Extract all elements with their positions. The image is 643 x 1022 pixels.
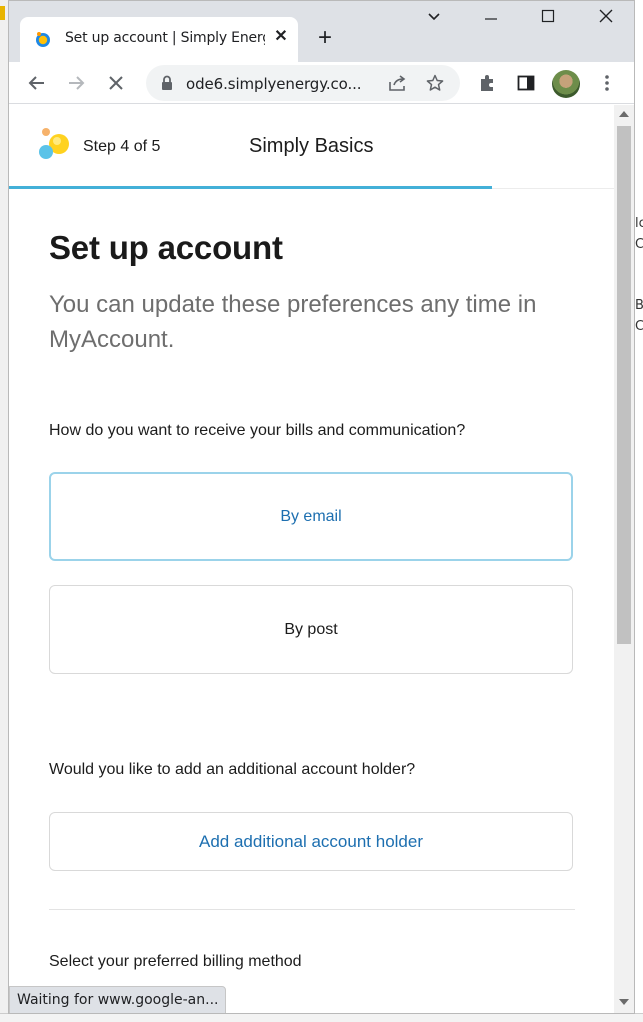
- url-text[interactable]: ode6.simplyenergy.co...: [186, 75, 362, 93]
- step-indicator: Step 4 of 5: [83, 138, 161, 155]
- billing-method-question: Select your preferred billing method: [49, 953, 302, 970]
- progress-bar: [9, 186, 492, 189]
- taskbar-edge: [0, 1013, 643, 1022]
- background-text: lc: [635, 216, 643, 231]
- add-account-holder-button[interactable]: Add additional account holder: [49, 812, 573, 871]
- background-folder-icon: [0, 6, 5, 20]
- side-panel-icon[interactable]: [513, 70, 539, 96]
- page-viewport: Step 4 of 5 Simply Basics Set up account…: [9, 105, 634, 1013]
- star-icon[interactable]: [426, 74, 444, 92]
- back-icon[interactable]: [24, 70, 50, 96]
- page-scrollbar[interactable]: [614, 105, 634, 1013]
- simply-energy-favicon: [36, 32, 50, 47]
- tab-close-icon[interactable]: ✕: [272, 28, 290, 46]
- tab-search-icon[interactable]: [420, 9, 448, 33]
- profile-avatar[interactable]: [552, 70, 580, 98]
- maximize-icon[interactable]: [534, 9, 562, 33]
- browser-window: Set up account | Simply Energ ✕ + ode6.s…: [8, 0, 635, 1014]
- scroll-thumb[interactable]: [617, 126, 631, 644]
- lock-icon[interactable]: [160, 75, 174, 91]
- background-text: B:: [635, 298, 643, 313]
- page-title: Set up account: [49, 229, 283, 266]
- address-bar[interactable]: ode6.simplyenergy.co...: [146, 65, 460, 101]
- close-window-icon[interactable]: [592, 9, 620, 33]
- share-icon[interactable]: [388, 74, 408, 92]
- minimize-icon[interactable]: [477, 9, 505, 33]
- tab-title: Set up account | Simply Energ: [65, 30, 265, 46]
- title-bar: Set up account | Simply Energ ✕ +: [9, 1, 634, 62]
- puzzle-icon[interactable]: [474, 70, 500, 96]
- background-window-edge: [0, 0, 8, 1022]
- kebab-menu-icon[interactable]: [594, 70, 620, 96]
- background-text: C: [635, 237, 643, 252]
- scroll-down-arrow-icon[interactable]: [619, 999, 629, 1005]
- loading-status: Waiting for www.google-an...: [9, 986, 227, 1013]
- forward-icon[interactable]: [63, 70, 89, 96]
- new-tab-icon[interactable]: +: [313, 26, 337, 51]
- simply-energy-logo-icon: [39, 128, 69, 159]
- browser-toolbar: ode6.simplyenergy.co...: [9, 62, 634, 104]
- background-text: C: [635, 319, 643, 334]
- page-subtitle: You can update these preferences any tim…: [49, 291, 537, 353]
- by-post-option[interactable]: By post: [49, 585, 573, 674]
- browser-tab[interactable]: Set up account | Simply Energ ✕: [20, 17, 298, 62]
- stop-loading-icon[interactable]: [103, 70, 129, 96]
- plan-name: Simply Basics: [249, 135, 374, 157]
- section-divider: [49, 909, 575, 910]
- bills-question: How do you want to receive your bills an…: [49, 422, 466, 439]
- holder-question: Would you like to add an additional acco…: [49, 761, 416, 778]
- scroll-up-arrow-icon[interactable]: [619, 111, 629, 117]
- background-window-right: lc C B: C: [634, 0, 643, 1022]
- page-header: Step 4 of 5 Simply Basics: [9, 105, 614, 189]
- by-email-option[interactable]: By email: [49, 472, 573, 561]
